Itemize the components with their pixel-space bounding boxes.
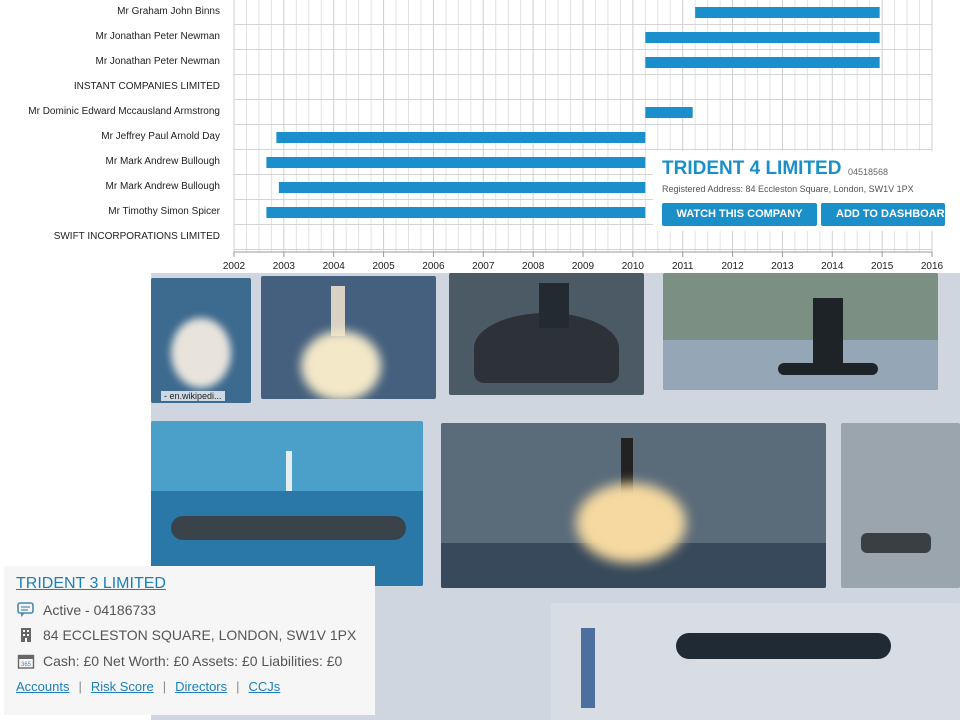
photo-submarine-underwater — [151, 421, 423, 586]
status-chat-icon — [17, 602, 35, 618]
status-row: Active - 04186733 — [17, 602, 156, 618]
company-number: 04518568 — [848, 167, 889, 177]
officer-name-label: INSTANT COMPANIES LIMITED — [73, 81, 220, 92]
appointment-bar — [645, 107, 693, 118]
photo-trident-launch — [441, 423, 826, 588]
appointment-bar — [695, 7, 880, 18]
svg-text:365: 365 — [21, 662, 32, 668]
officer-timeline-chart: 2002 2003 2004 2005 2006 2007 2008 2009 2010 2011… — [0, 0, 945, 275]
officer-name-label: Mr Mark Andrew Bullough — [105, 156, 221, 167]
x-axis-tick-label: 2002 — [223, 261, 246, 272]
appointment-bar — [276, 132, 646, 143]
x-axis-tick-label: 2013 — [771, 261, 794, 272]
x-axis-tick-label: 2014 — [821, 261, 844, 272]
x-axis-tick-label: 2008 — [522, 261, 545, 272]
photo-submarine-front — [449, 273, 644, 395]
x-axis-tick-label: 2010 — [622, 261, 645, 272]
photo-submarine-harbour — [663, 273, 938, 390]
address-row: 84 ECCLESTON SQUARE, LONDON, SW1V 1PX — [17, 627, 356, 643]
officer-name-label: Mr Jonathan Peter Newman — [95, 56, 220, 67]
officer-name-label: SWIFT INCORPORATIONS LIMITED — [53, 231, 220, 242]
x-axis-tick-label: 2016 — [921, 261, 944, 272]
add-to-dashboard-button[interactable]: ADD TO DASHBOARD — [821, 203, 945, 226]
building-icon — [17, 627, 35, 643]
officer-name-label: Mr Timothy Simon Spicer — [108, 206, 220, 217]
officer-name-label: Mr Graham John Binns — [117, 6, 220, 17]
company-links: Accounts | Risk Score | Directors | CCJs — [16, 679, 280, 694]
risk-score-link[interactable]: Risk Score — [91, 679, 154, 694]
financials-row: 365 Cash: £0 Net Worth: £0 Assets: £0 Li… — [17, 653, 342, 669]
ccjs-link[interactable]: CCJs — [249, 679, 281, 694]
x-axis-tick-label: 2004 — [323, 261, 346, 272]
photo-missile-launch-1 — [151, 278, 251, 403]
x-axis-tick-label: 2006 — [422, 261, 445, 272]
directors-link[interactable]: Directors — [175, 679, 227, 694]
trident-4-company-card: TRIDENT 4 LIMITED 04518568 Registered Ad… — [653, 151, 945, 231]
registered-address: Registered Address: 84 Eccleston Square,… — [662, 184, 914, 194]
trident-3-company-card: TRIDENT 3 LIMITED Active - 04186733 84 E… — [4, 566, 375, 715]
appointment-bar — [645, 57, 880, 68]
link-separator: | — [236, 679, 240, 694]
x-axis-tick-label: 2005 — [372, 261, 395, 272]
x-axis-tick-label: 2012 — [721, 261, 744, 272]
accounts-link[interactable]: Accounts — [16, 679, 69, 694]
appointment-bar — [266, 157, 646, 168]
company-title-link[interactable]: TRIDENT 3 LIMITED — [16, 575, 166, 593]
appointment-bar — [266, 207, 646, 218]
photo-caption: - en.wikipedi... — [161, 391, 225, 401]
officer-name-label: Mr Dominic Edward Mccausland Armstrong — [28, 106, 220, 117]
watch-company-button[interactable]: WATCH THIS COMPANY — [662, 203, 817, 226]
photo-missile-launch-2 — [261, 276, 436, 399]
x-axis-tick-label: 2015 — [871, 261, 894, 272]
officer-name-label: Mr Jonathan Peter Newman — [95, 31, 220, 42]
x-axis-tick-label: 2011 — [672, 261, 694, 272]
x-axis-tick-label: 2007 — [472, 261, 495, 272]
financials-text: Cash: £0 Net Worth: £0 Assets: £0 Liabil… — [43, 653, 343, 669]
officer-name-label: Mr Jeffrey Paul Arnold Day — [101, 131, 220, 142]
calendar-icon: 365 — [17, 653, 35, 669]
address-text: 84 ECCLESTON SQUARE, LONDON, SW1V 1PX — [43, 627, 357, 643]
photo-submarine-surface — [841, 423, 960, 588]
status-text: Active - 04186733 — [43, 602, 156, 618]
link-separator: | — [78, 679, 82, 694]
link-separator: | — [162, 679, 167, 694]
appointment-bar — [645, 32, 880, 43]
company-title[interactable]: TRIDENT 4 LIMITED — [662, 158, 841, 180]
photo-submarine-diagram — [551, 603, 960, 720]
officer-name-label: Mr Mark Andrew Bullough — [105, 181, 221, 192]
appointment-bar — [278, 182, 646, 193]
x-axis-tick-label: 2009 — [572, 261, 595, 272]
x-axis-tick-label: 2003 — [273, 261, 296, 272]
